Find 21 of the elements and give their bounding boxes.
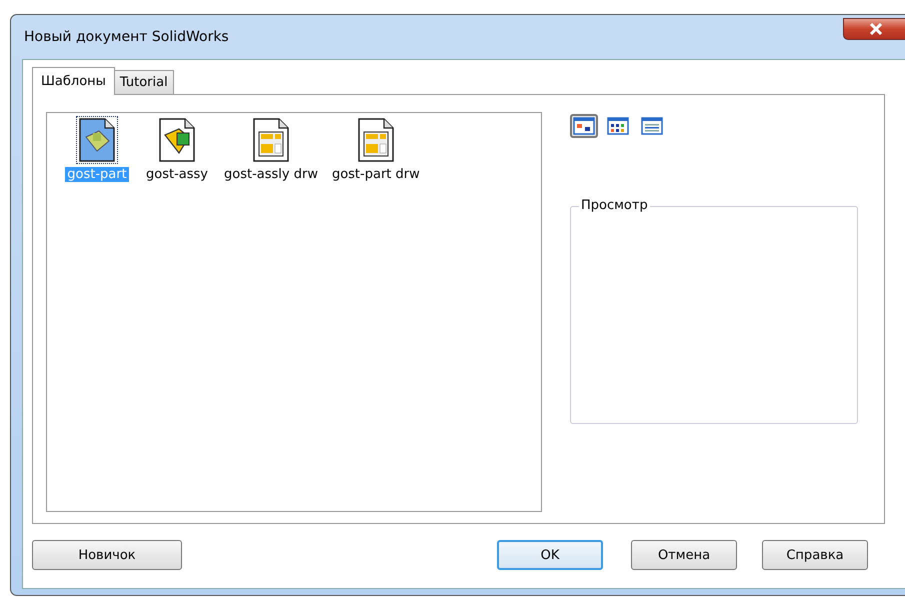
template-name[interactable]: gost-part drw xyxy=(330,167,422,182)
document-icon[interactable] xyxy=(356,117,396,163)
dialog-button[interactable]: Справка xyxy=(762,540,868,570)
template-name[interactable]: gost-assy xyxy=(144,167,210,182)
close-button[interactable] xyxy=(843,18,905,40)
view-icon xyxy=(641,117,663,135)
close-icon xyxy=(869,23,883,35)
document-icon[interactable] xyxy=(77,117,117,163)
dialog-button[interactable]: Новичок xyxy=(32,540,182,570)
dialog-button[interactable]: OK xyxy=(497,540,603,570)
preview-label: Просмотр xyxy=(579,198,650,213)
view-mode-button[interactable] xyxy=(570,114,598,138)
template-name[interactable]: gost-assly drw xyxy=(222,167,320,182)
tab[interactable]: Tutorial xyxy=(114,70,174,94)
view-icon xyxy=(607,117,629,135)
document-icon[interactable] xyxy=(157,117,197,163)
tab[interactable]: Шаблоны xyxy=(32,67,115,95)
window-title: Новый документ SolidWorks xyxy=(24,29,229,45)
dialog-button[interactable]: Отмена xyxy=(631,540,737,570)
view-icon xyxy=(573,117,595,135)
document-icon[interactable] xyxy=(250,117,291,163)
